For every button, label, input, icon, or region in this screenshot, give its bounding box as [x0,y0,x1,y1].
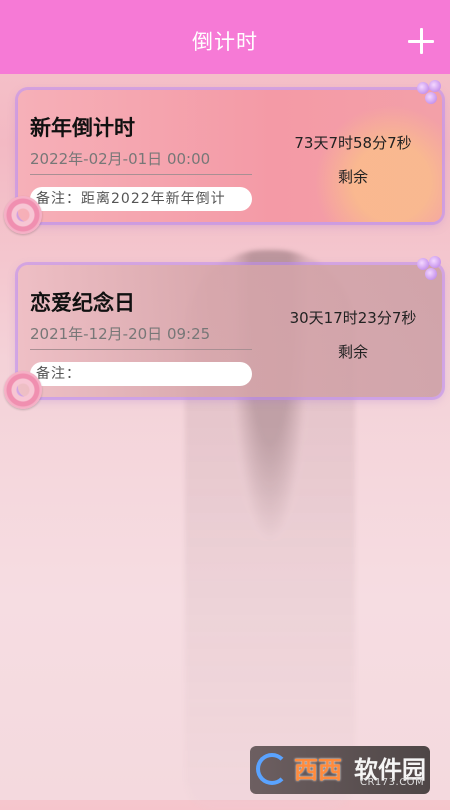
event-date: 2021年-12月-20日 09:25 [30,325,211,343]
event-title: 新年倒计时 [30,116,135,140]
watermark-domain: CR173.COM [360,777,425,788]
lollipop-icon [415,256,445,286]
event-title: 恋爱纪念日 [30,291,135,315]
remaining-label: 剩余 [337,168,368,186]
lollipop-icon [415,80,445,110]
remaining-time: 30天17时23分7秒 [289,309,417,327]
donut-icon [4,196,42,234]
event-date: 2022年-02月-01日 00:00 [30,150,211,168]
brand-logo-icon [256,753,288,785]
remaining-time: 73天7时58分7秒 [294,134,412,152]
event-note: 备注： [30,362,252,386]
app-header: 倒计时 [0,0,450,74]
divider [30,349,252,350]
page-title: 倒计时 [192,30,258,54]
divider [30,174,252,175]
watermark: 西西 软件园 CR173.COM [250,746,430,794]
remaining-label: 剩余 [337,343,368,361]
event-note: 备注：距离2022年新年倒计 [30,187,252,211]
watermark-brand-a: 西西 [294,756,342,784]
event-card[interactable]: 新年倒计时 2022年-02月-01日 00:00 备注：距离2022年新年倒计… [18,90,442,222]
plus-icon[interactable] [408,28,434,54]
event-card[interactable]: 恋爱纪念日 2021年-12月-20日 09:25 备注： 30天17时23分7… [18,265,442,397]
donut-icon [4,371,42,409]
